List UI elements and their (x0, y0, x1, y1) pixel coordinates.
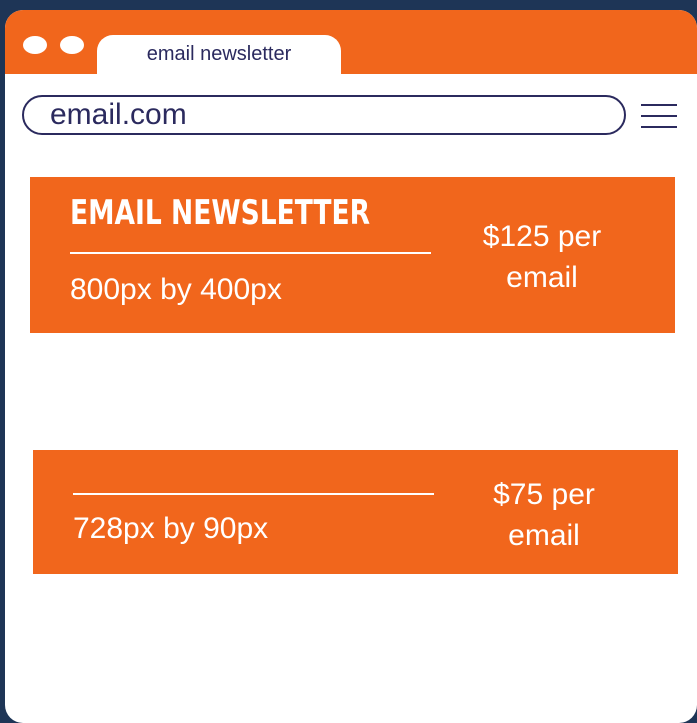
banner-ad-card[interactable]: 728px by 90px $75 per email (33, 450, 678, 574)
menu-line (641, 126, 677, 128)
ad-price: $75 per email (469, 474, 619, 556)
divider-line (70, 252, 431, 254)
browser-title-bar: email newsletter (5, 10, 697, 74)
url-text: email.com (50, 98, 187, 131)
ad-price: $125 per email (467, 216, 617, 298)
price-line-1: $75 per (493, 478, 595, 511)
window-control-icon[interactable] (60, 36, 84, 54)
menu-line (641, 104, 677, 106)
window-control-icon[interactable] (23, 36, 47, 54)
divider-line (73, 493, 434, 495)
price-line-2: email (506, 261, 578, 294)
browser-window: email newsletter email.com EMAIL NEWSLET… (5, 10, 697, 723)
price-line-1: $125 per (482, 220, 602, 253)
tab-title: email newsletter (146, 43, 292, 65)
price-line-2: email (508, 519, 580, 552)
menu-line (641, 115, 677, 117)
ad-size: 800px by 400px (70, 273, 282, 306)
menu-icon[interactable] (641, 102, 677, 130)
address-bar[interactable]: email.com (22, 95, 626, 135)
newsletter-ad-card[interactable]: EMAIL NEWSLETTER 800px by 400px $125 per… (30, 177, 675, 333)
ad-title: EMAIL NEWSLETTER (70, 193, 371, 233)
browser-tab[interactable]: email newsletter (97, 35, 341, 74)
ad-size: 728px by 90px (73, 512, 269, 545)
